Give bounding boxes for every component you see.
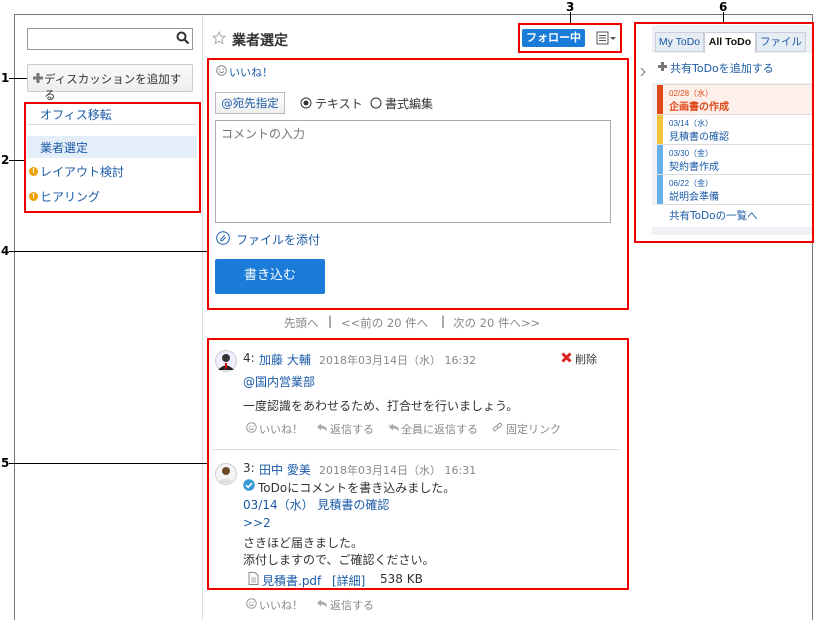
add-discussion-button[interactable]: ディスカッションを追加する	[27, 64, 193, 102]
check-icon	[243, 479, 255, 491]
paperclip-icon	[216, 231, 230, 245]
post-divider	[213, 449, 619, 450]
smile-icon	[246, 422, 257, 433]
reply-icon	[316, 598, 328, 609]
attachment-size: 538 KB	[380, 572, 423, 586]
plus-icon	[657, 61, 668, 72]
todo-status-bar	[657, 115, 663, 144]
post-timestamp: 2018年03月14日（水） 16:31	[319, 464, 477, 477]
reply-all-link[interactable]: 全員に返信する	[401, 421, 478, 437]
link-icon	[492, 422, 503, 433]
post-body: 一度認識をあわせるため、打合せを行いましょう。	[243, 399, 519, 413]
post-line: 添付しますので、ご確認ください。	[243, 553, 435, 567]
sidebar-item-hearing[interactable]: ヒアリング	[40, 188, 100, 205]
tab-all-todo[interactable]: All ToDo	[704, 32, 756, 53]
post-author[interactable]: 加藤 大輔	[259, 351, 311, 368]
sidebar-divider	[27, 124, 197, 125]
todo-title[interactable]: 見積書の確認	[669, 128, 729, 143]
tab-files[interactable]: ファイル	[756, 32, 806, 52]
menu-icon[interactable]	[596, 30, 618, 46]
delete-link[interactable]: 削除	[575, 351, 597, 367]
post-number: 4:	[243, 351, 255, 365]
post-timestamp: 2018年03月14日（水） 16:32	[319, 354, 477, 367]
reply-link[interactable]: 返信する	[330, 597, 374, 613]
page-title: 業者選定	[232, 33, 288, 49]
follow-button[interactable]: フォロー中	[522, 29, 585, 47]
post-author[interactable]: 田中 愛美	[259, 461, 311, 478]
todo-list-link[interactable]: 共有ToDoの一覧へ	[669, 208, 758, 223]
add-shared-todo-link[interactable]: 共有ToDoを追加する	[670, 60, 774, 76]
todo-item[interactable]: 02/28（水） 企画書の作成	[657, 85, 812, 115]
todo-item[interactable]: 03/14（水） 見積書の確認	[657, 115, 812, 145]
comment-input[interactable]	[215, 120, 611, 223]
avatar[interactable]	[215, 350, 237, 372]
todo-item[interactable]: 06/22（金） 説明会準備	[657, 175, 812, 205]
avatar[interactable]	[215, 463, 237, 485]
collapse-panel-icon[interactable]	[639, 66, 647, 77]
todo-status-bar	[657, 175, 663, 204]
sidebar-item-layout-review[interactable]: レイアウト検討	[40, 163, 124, 180]
permalink-link[interactable]: 固定リンク	[506, 421, 561, 437]
reply-all-icon	[386, 422, 400, 433]
callout-5-line	[9, 463, 208, 464]
tab-my-todo[interactable]: My ToDo	[655, 32, 704, 52]
address-button[interactable]: @宛先指定	[215, 92, 285, 114]
attachment-detail-link[interactable]: [詳細]	[332, 572, 365, 589]
search-icon[interactable]	[176, 31, 190, 45]
sidebar-item-vendor-selection[interactable]: 業者選定	[40, 139, 88, 156]
radio-rich[interactable]	[370, 97, 382, 109]
radio-rich-label: 書式編集	[385, 97, 434, 111]
like-link[interactable]: いいね！	[259, 597, 303, 613]
pager-next[interactable]: 次の 20 件へ>>	[453, 315, 540, 331]
todo-title[interactable]: 説明会準備	[669, 188, 719, 203]
callout-1-line	[9, 78, 29, 79]
radio-text[interactable]	[300, 97, 312, 109]
attachment-link[interactable]: 見積書.pdf	[262, 572, 321, 589]
reply-link[interactable]: 返信する	[330, 421, 374, 437]
unread-icon: !	[29, 167, 38, 176]
radio-text-label: テキスト	[315, 97, 363, 111]
pager-separator: |	[441, 314, 446, 328]
star-icon[interactable]	[211, 30, 227, 45]
like-link[interactable]: いいね！	[229, 64, 273, 80]
smile-icon	[246, 598, 257, 609]
like-link[interactable]: いいね！	[259, 421, 303, 437]
todo-item[interactable]: 03/30（金） 契約書作成	[657, 145, 812, 175]
plus-icon	[32, 72, 44, 84]
unread-icon: !	[29, 192, 38, 201]
post-number: 3:	[243, 461, 255, 475]
post-line: さきほど届きました。	[243, 536, 364, 550]
callout-2-line	[9, 160, 25, 161]
attach-file-link[interactable]: ファイルを添付	[236, 231, 320, 248]
delete-icon[interactable]	[561, 352, 572, 363]
reply-icon	[316, 422, 328, 433]
pager-first[interactable]: 先頭へ	[284, 315, 319, 331]
add-discussion-label: ディスカッションを追加する	[44, 72, 182, 102]
left-column-divider	[202, 15, 203, 620]
callout-4-line	[9, 251, 208, 252]
todo-status-bar	[657, 85, 663, 114]
search-input[interactable]	[30, 31, 170, 47]
pager-prev[interactable]: <<前の 20 件へ	[341, 315, 428, 331]
reply-reference-link[interactable]: >>2	[243, 516, 271, 530]
post-line: ToDoにコメントを書き込みました。	[258, 481, 456, 495]
todo-title[interactable]: 契約書作成	[669, 158, 719, 173]
pager-separator: |	[328, 314, 333, 328]
todo-link[interactable]: 03/14（水） 見積書の確認	[243, 496, 389, 513]
search-box[interactable]	[27, 28, 193, 50]
todo-status-bar	[657, 145, 663, 174]
smile-icon	[216, 65, 227, 76]
todo-title[interactable]: 企画書の作成	[669, 98, 729, 113]
post-mention[interactable]: @国内営業部	[243, 373, 315, 390]
sidebar-item-office-move[interactable]: オフィス移転	[40, 106, 112, 123]
submit-button[interactable]: 書き込む	[215, 259, 325, 294]
file-icon	[248, 572, 259, 585]
